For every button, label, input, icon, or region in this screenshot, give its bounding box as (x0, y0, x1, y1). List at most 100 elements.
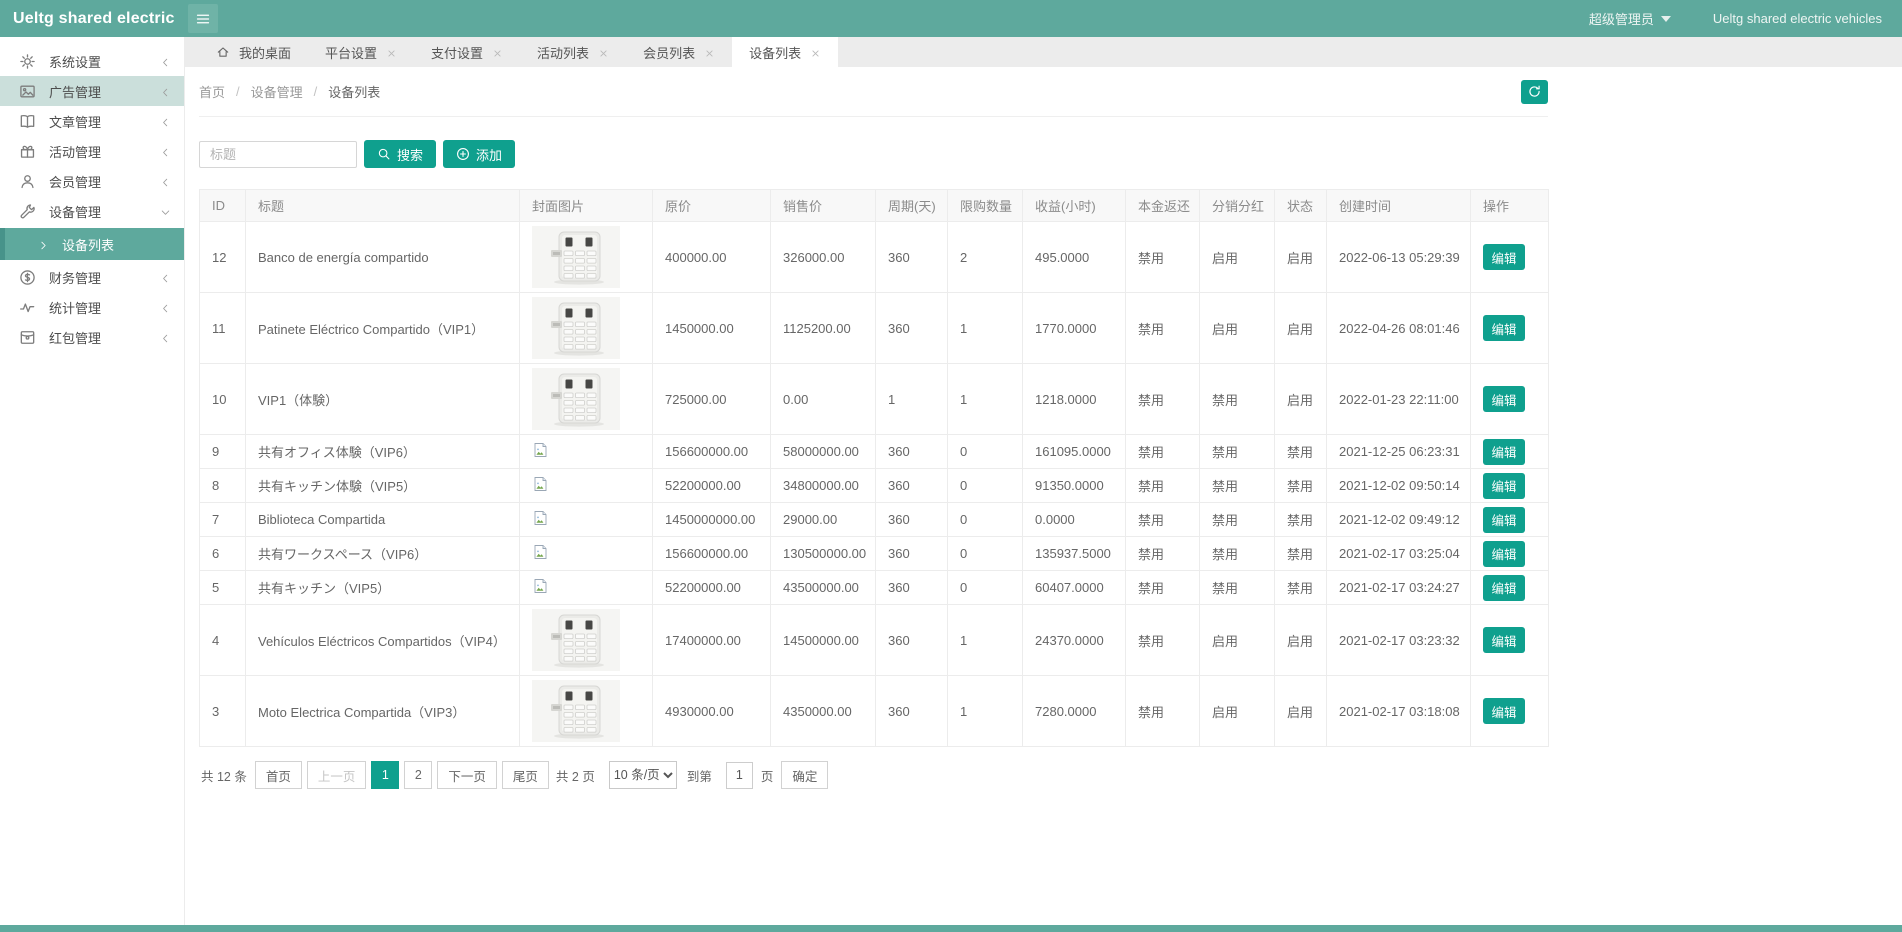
pagination-last-button[interactable]: 尾页 (502, 761, 549, 789)
breadcrumb-row: 首页/设备管理/设备列表 (199, 67, 1548, 117)
sidebar-item-label: 文章管理 (49, 112, 160, 131)
cell-profit-hour: 91350.0000 (1023, 469, 1126, 503)
cell-principal-return: 禁用 (1126, 503, 1200, 537)
cell-principal-return: 禁用 (1126, 364, 1200, 435)
edit-button[interactable]: 编辑 (1483, 244, 1525, 270)
breadcrumb-item[interactable]: 首页 (199, 82, 225, 101)
column-header: 收益(小时) (1023, 190, 1126, 222)
chevron-left-icon (160, 56, 171, 67)
breadcrumb-separator: / (236, 84, 240, 99)
sidebar-subitem-device-list[interactable]: 设备列表 (0, 228, 184, 260)
search-button[interactable]: 搜索 (364, 140, 436, 168)
goto-page-input[interactable] (726, 762, 753, 789)
edit-button[interactable]: 编辑 (1483, 698, 1525, 724)
cell-sale-price: 58000000.00 (771, 435, 876, 469)
pagination-first-button[interactable]: 首页 (255, 761, 302, 789)
cell-period-days: 360 (876, 503, 948, 537)
table-header-row: ID标题封面图片原价销售价周期(天)限购数量收益(小时)本金返还分销分红状态创建… (200, 190, 1549, 222)
edit-button[interactable]: 编辑 (1483, 473, 1525, 499)
close-icon[interactable] (492, 47, 503, 58)
add-button-label: 添加 (476, 145, 502, 164)
tab-member-list[interactable]: 会员列表 (626, 37, 732, 67)
edit-button[interactable]: 编辑 (1483, 575, 1525, 601)
column-header: 限购数量 (948, 190, 1023, 222)
edit-button[interactable]: 编辑 (1483, 541, 1525, 567)
close-icon[interactable] (810, 47, 821, 58)
sidebar-item-stats-management[interactable]: 统计管理 (0, 292, 184, 322)
sidebar-item-system-settings[interactable]: 系统设置 (0, 46, 184, 76)
sidebar-item-member-management[interactable]: 会员管理 (0, 166, 184, 196)
cell-status: 禁用 (1275, 469, 1327, 503)
tab-my-desktop[interactable]: 我的桌面 (199, 37, 308, 67)
admin-role-label: 超级管理员 (1589, 9, 1654, 28)
gift-icon (19, 143, 36, 160)
gear-icon (19, 53, 36, 70)
cell-title: 共有ワークスペース（VIP6） (246, 537, 520, 571)
cell-title: Moto Electrica Compartida（VIP3） (246, 676, 520, 747)
cell-profit-hour: 0.0000 (1023, 503, 1126, 537)
cell-status: 禁用 (1275, 435, 1327, 469)
edit-button[interactable]: 编辑 (1483, 315, 1525, 341)
sidebar-item-device-management[interactable]: 设备管理 (0, 196, 184, 226)
close-icon[interactable] (386, 47, 397, 58)
sidebar-item-ad-management[interactable]: 广告管理 (0, 76, 184, 106)
chevron-left-icon (160, 176, 171, 187)
cell-period-days: 360 (876, 293, 948, 364)
cell-actions: 编辑 (1471, 469, 1549, 503)
admin-role-dropdown[interactable]: 超级管理员 (1589, 9, 1671, 28)
edit-button[interactable]: 编辑 (1483, 627, 1525, 653)
refresh-button[interactable] (1521, 80, 1548, 104)
pagination-page-1[interactable]: 1 (371, 761, 399, 789)
cell-distribution: 禁用 (1200, 435, 1275, 469)
sidebar-item-redpacket-management[interactable]: 红包管理 (0, 322, 184, 352)
search-input[interactable] (199, 141, 357, 168)
edit-button[interactable]: 编辑 (1483, 507, 1525, 533)
sidebar-item-article-management[interactable]: 文章管理 (0, 106, 184, 136)
breadcrumb-item[interactable]: 设备管理 (251, 82, 303, 101)
close-icon[interactable] (704, 47, 715, 58)
cell-status: 启用 (1275, 222, 1327, 293)
cell-original-price: 52200000.00 (653, 469, 771, 503)
page-size-select[interactable]: 10 条/页 (609, 761, 677, 789)
breadcrumb: 首页/设备管理/设备列表 (199, 82, 380, 101)
cell-status: 启用 (1275, 676, 1327, 747)
chevron-left-icon (160, 146, 171, 157)
tab-payment-settings[interactable]: 支付设置 (414, 37, 520, 67)
edit-button[interactable]: 编辑 (1483, 386, 1525, 412)
tab-activity-list[interactable]: 活动列表 (520, 37, 626, 67)
cell-title: VIP1（体験） (246, 364, 520, 435)
tab-platform-settings[interactable]: 平台设置 (308, 37, 414, 67)
user-icon (19, 173, 36, 190)
cell-cover-image (520, 676, 653, 747)
close-icon[interactable] (598, 47, 609, 58)
broken-image-icon (532, 582, 548, 597)
pagination-page-2[interactable]: 2 (404, 761, 432, 789)
admin-account-name: Ueltg shared electric vehicles (1713, 11, 1882, 26)
cell-distribution: 启用 (1200, 676, 1275, 747)
sidebar-toggle-button[interactable] (188, 4, 218, 33)
dollar-icon (19, 269, 36, 286)
edit-button[interactable]: 编辑 (1483, 439, 1525, 465)
cell-sale-price: 326000.00 (771, 222, 876, 293)
sidebar-item-activity-management[interactable]: 活动管理 (0, 136, 184, 166)
book-icon (19, 113, 36, 130)
cell-principal-return: 禁用 (1126, 676, 1200, 747)
cell-actions: 编辑 (1471, 605, 1549, 676)
sidebar: 系统设置广告管理文章管理活动管理会员管理设备管理设备列表财务管理统计管理红包管理 (0, 37, 185, 925)
product-photo (532, 609, 620, 671)
cell-distribution: 禁用 (1200, 469, 1275, 503)
pagination-page-unit: 页 (761, 766, 774, 785)
sidebar-item-finance-management[interactable]: 财务管理 (0, 262, 184, 292)
cell-created-at: 2021-12-25 06:23:31 (1327, 435, 1471, 469)
cell-created-at: 2021-02-17 03:23:32 (1327, 605, 1471, 676)
tab-device-list[interactable]: 设备列表 (732, 37, 838, 67)
add-button[interactable]: 添加 (443, 140, 515, 168)
pagination-confirm-button[interactable]: 确定 (781, 761, 828, 789)
search-icon (377, 147, 391, 161)
cell-actions: 编辑 (1471, 435, 1549, 469)
cell-title: Vehículos Eléctricos Compartidos（VIP4） (246, 605, 520, 676)
cell-purchase-limit: 0 (948, 503, 1023, 537)
pagination-next-button[interactable]: 下一页 (437, 761, 497, 789)
cell-original-price: 156600000.00 (653, 435, 771, 469)
cell-created-at: 2021-02-17 03:25:04 (1327, 537, 1471, 571)
